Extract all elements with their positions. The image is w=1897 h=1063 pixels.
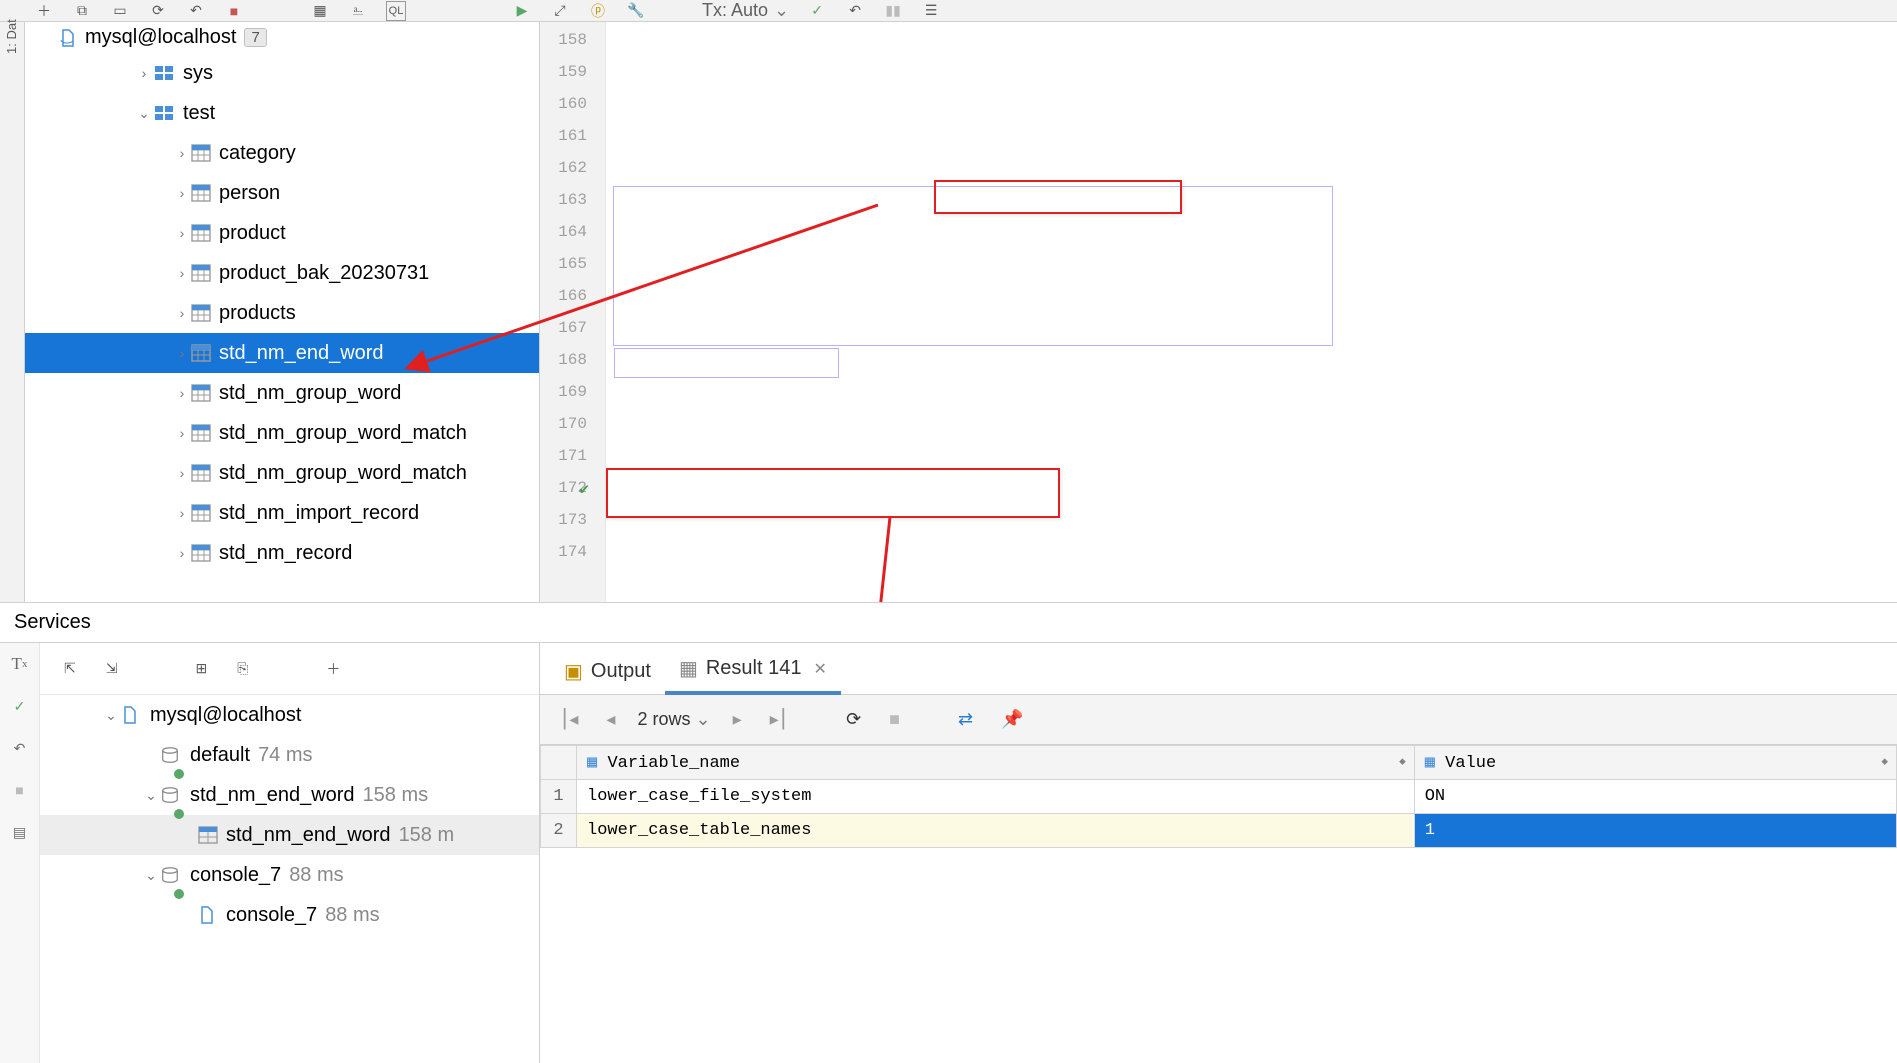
services-connection-node[interactable]: ⌄ mysql@localhost [40,695,539,735]
table-node[interactable]: ›std_nm_import_record [25,493,539,533]
table-node[interactable]: ›person [25,173,539,213]
table-node[interactable]: ›std_nm_group_word [25,373,539,413]
layout-icon[interactable]: ▤ [9,821,31,843]
services-item[interactable]: default74 ms [40,735,539,775]
schema-count-badge: 7 [244,28,266,47]
table-node[interactable]: ›std_nm_group_word_match [25,453,539,493]
row-count[interactable]: 2 rows ⌄ [637,709,710,730]
expand-icon-2[interactable]: ⇲ [106,660,118,677]
output-icon: ▣ [564,659,583,684]
services-tree[interactable]: ⌄ mysql@localhost default74 ms⌄std_nm_en… [40,695,539,1063]
table-node[interactable]: ›std_nm_record [25,533,539,573]
annotation-table-name [934,180,1182,214]
undo-icon[interactable]: ↶ [9,737,31,759]
services-item[interactable]: std_nm_end_word158 m [40,815,539,855]
table-node[interactable]: ›std_nm_group_word_match [25,413,539,453]
tx-icon[interactable]: Tx [9,653,31,675]
rollback-icon[interactable]: ↶ [186,1,206,21]
cell-value[interactable]: 1 [1414,814,1896,848]
compare-icon[interactable]: ⇄ [952,703,979,736]
result-tabbar: ▣ Output ▦ Result 141 ✕ [540,643,1897,695]
side-tab-label: 1: Dat [4,19,19,54]
table-node[interactable]: ›category [25,133,539,173]
result-grid[interactable]: ▦ Variable_name◆▦ Value◆ 1lower_case_file… [540,745,1897,848]
refresh-icon[interactable]: ⟳ [148,1,168,21]
table-node[interactable]: ›std_nm_end_word [25,333,539,373]
pause-icon[interactable]: ▮▮ [883,1,903,21]
services-panel: Services Tx ✓ ↶ ■ ▤ ⇱ ⇲ ⊞ ⎘ ＋ ⌄ m [0,602,1897,1063]
editor-gutter: 1581591601611621631641651661671681691701… [540,22,606,602]
tree-icon[interactable]: ☰ [921,1,941,21]
commit-icon[interactable]: ✓ [807,1,827,21]
services-top-toolbar: ⇱ ⇲ ⊞ ⎘ ＋ [40,643,539,695]
database-tree[interactable]: mysql@localhost 7 ›sys⌄test›category›per… [25,22,540,602]
grid3-icon[interactable]: ⊞ [195,660,207,677]
side-tab-bar[interactable]: 1: Dat [0,22,25,602]
schema-node[interactable]: ›sys [25,53,539,93]
datasource-icon [120,705,142,725]
row-number: 1 [541,780,577,814]
db-connection-label: mysql@localhost [85,26,236,49]
table-node[interactable]: ›products [25,293,539,333]
plan-icon[interactable]: ⓟ [588,1,608,21]
services-side-toolbar: Tx ✓ ↶ ■ ▤ [0,643,40,1063]
cancel-icon[interactable]: ■ [883,703,906,736]
annotation-show-stmt [606,468,1060,518]
table-node[interactable]: ›product_bak_20230731 [25,253,539,293]
collapse-icon[interactable]: ⇱ [64,660,76,677]
pin-icon[interactable]: 📌 [995,703,1029,736]
row-number: 2 [541,814,577,848]
first-page-icon[interactable]: ⎮◂ [554,703,584,736]
services-title: Services [0,602,1897,643]
sql-editor[interactable]: 1581591601611621631641651661671681691701… [540,22,1897,602]
next-page-icon[interactable]: ▸ [727,703,748,736]
column-header[interactable]: ▦ Value◆ [1414,746,1896,780]
tx-mode[interactable]: Tx: Auto⌄ [702,0,789,21]
add-icon[interactable]: ＋ [326,659,340,679]
cell-value[interactable]: ON [1414,780,1896,814]
result-toolbar: ⎮◂ ◂ 2 rows ⌄ ▸ ▸⎮ ⟳ ■ ⇄ 📌 [540,695,1897,745]
tab-output[interactable]: ▣ Output [550,651,665,694]
stop-square-icon[interactable]: ■ [9,779,31,801]
datasource-icon [59,28,79,48]
cell-variable-name[interactable]: lower_case_table_names [577,814,1415,848]
ql-icon[interactable]: QL [386,1,406,21]
wrench-icon[interactable]: 🔧 [626,1,646,21]
filter-icon[interactable]: ⎘ [237,660,248,677]
table-icon: ▦ [679,656,698,681]
services-item[interactable]: console_788 ms [40,895,539,935]
last-page-icon[interactable]: ▸⎮ [764,703,794,736]
commit-check-icon[interactable]: ✓ [9,695,31,717]
main-toolbar: ＋ ⧉ ▭ ⟳ ↶ ■ ▦ ⎁ QL ▶ ⤢ ⓟ 🔧 Tx: Auto⌄ ✓ ↶… [0,0,1897,22]
prev-page-icon[interactable]: ◂ [600,703,621,736]
cell-variable-name[interactable]: lower_case_file_system [577,780,1415,814]
services-item[interactable]: ⌄console_788 ms [40,855,539,895]
reload-icon[interactable]: ⟳ [840,703,867,736]
run-icon[interactable]: ▶ [512,1,532,21]
plus-icon[interactable]: ＋ [34,1,54,21]
close-icon[interactable]: ✕ [809,659,826,679]
revert-icon[interactable]: ↶ [845,1,865,21]
copy-icon[interactable]: ⧉ [72,1,92,21]
services-item[interactable]: ⌄std_nm_end_word158 ms [40,775,539,815]
folder-icon[interactable]: ▭ [110,1,130,21]
table-node[interactable]: ›product [25,213,539,253]
stop-icon[interactable]: ■ [224,1,244,21]
schema-node[interactable]: ⌄test [25,93,539,133]
expand-icon[interactable]: ⤢ [550,1,570,21]
grid-icon[interactable]: ▦ [310,1,330,21]
tab-result[interactable]: ▦ Result 141 ✕ [665,648,841,695]
column-header[interactable]: ▦ Variable_name◆ [577,746,1415,780]
underline-icon[interactable]: ⎁ [348,1,368,21]
editor-code[interactable]: -- 结尾词表 create table if not exists STD_N… [606,22,1897,602]
db-connection-node[interactable]: mysql@localhost 7 [25,22,539,53]
